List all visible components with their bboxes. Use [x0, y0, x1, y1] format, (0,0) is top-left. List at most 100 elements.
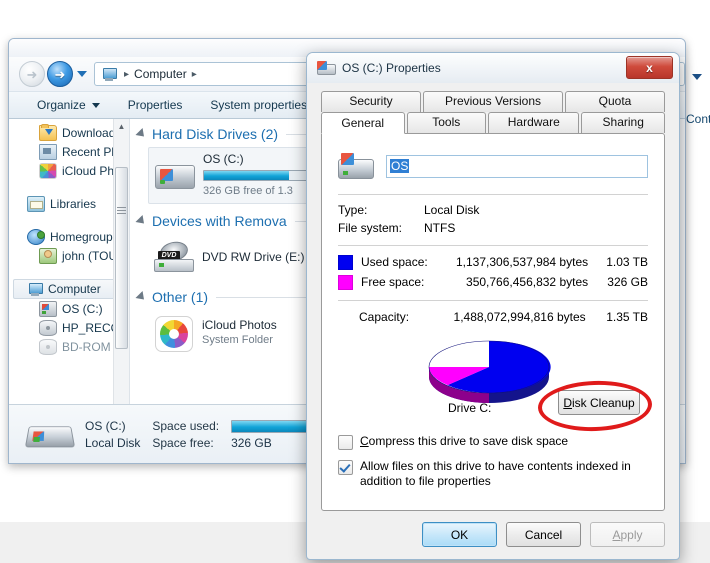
forward-icon[interactable]: ➜ — [47, 61, 73, 87]
organize-button[interactable]: Organize — [23, 95, 114, 115]
hard-drive-windows-icon — [39, 300, 57, 317]
folder-subtitle: System Folder — [202, 334, 273, 346]
recent-places-icon — [39, 143, 57, 160]
sidebar-item-john[interactable]: john (TOUC — [9, 246, 129, 265]
free-space-human: 326 GB — [607, 275, 648, 289]
tab-general[interactable]: General — [321, 112, 405, 134]
toolbar-overflow-chevron-down-icon[interactable] — [692, 74, 702, 80]
properties-button[interactable]: Properties — [114, 95, 197, 115]
tab-sharing[interactable]: Sharing — [581, 112, 665, 133]
drive-usage-bar — [203, 170, 317, 181]
sidebar-item-label: iCloud Pho — [62, 163, 121, 178]
sidebar-item-label: OS (C:) — [62, 301, 103, 316]
status-space-used-label: Space used: — [152, 419, 220, 433]
sidebar-item-icloud-photos[interactable]: iCloud Pho — [9, 161, 129, 180]
divider — [338, 300, 648, 301]
control-panel-label[interactable]: Contr — [686, 112, 710, 126]
dialog-content: Security Previous Versions Quota General… — [307, 83, 679, 559]
hard-drive-windows-icon — [153, 157, 195, 195]
free-space-color-swatch — [338, 274, 353, 290]
used-space-label: Used space: — [361, 255, 428, 269]
folder-tile-text: iCloud Photos System Folder — [202, 318, 277, 348]
collapse-triangle-icon[interactable] — [135, 214, 148, 228]
dialog-title: OS (C:) Properties — [342, 61, 441, 75]
scrollbar-thumb[interactable] — [115, 167, 128, 349]
scrollbar-grip-icon — [117, 207, 126, 214]
hard-drive-icon — [23, 415, 76, 455]
status-drive-type: Local Disk — [85, 436, 141, 450]
dvd-drive-icon: DVD — [152, 238, 194, 276]
type-value: Local Disk — [424, 203, 480, 217]
volume-name-input[interactable]: OS — [386, 154, 648, 178]
drive-name: OS (C:) — [203, 152, 244, 166]
used-space-row: Used space: 1,137,306,537,984 bytes 1.03… — [338, 252, 648, 272]
tab-hardware[interactable]: Hardware — [488, 112, 580, 133]
sidebar-item-recent-places[interactable]: Recent Plac — [9, 142, 129, 161]
index-contents-checkbox[interactable] — [338, 460, 353, 475]
icloud-photos-icon — [152, 314, 194, 352]
close-icon[interactable]: x — [626, 56, 673, 79]
pie-chart — [424, 331, 554, 403]
sidebar-item-label: Computer — [48, 282, 101, 296]
sidebar-item-downloads[interactable]: Downloads — [9, 123, 129, 142]
disk-cleanup-label: Disk Cleanup — [563, 395, 635, 410]
type-label: Type: — [338, 203, 368, 217]
back-icon[interactable]: ➜ — [19, 61, 45, 87]
tab-previous-versions[interactable]: Previous Versions — [423, 91, 563, 112]
pie-chart-svg — [428, 340, 551, 403]
tab-row-top: Security Previous Versions Quota — [321, 91, 665, 112]
hard-drive-windows-icon — [317, 60, 336, 76]
dialog-titlebar: OS (C:) Properties x — [307, 53, 679, 83]
collapse-triangle-icon[interactable] — [135, 127, 148, 141]
filesystem-label: File system: — [338, 221, 403, 235]
sidebar-item-os-c[interactable]: OS (C:) — [9, 299, 129, 318]
drive-free-text: 326 GB free of 1.3 — [203, 185, 293, 197]
collapse-triangle-icon[interactable] — [135, 290, 148, 304]
system-properties-button[interactable]: System properties — [196, 95, 321, 115]
cancel-button[interactable]: Cancel — [506, 522, 581, 547]
sidebar-item-computer[interactable]: Computer — [13, 279, 129, 299]
breadcrumb-computer[interactable]: Computer — [134, 67, 187, 81]
recent-pages-chevron-down-icon[interactable] — [77, 71, 87, 77]
disk-usage-chart: Drive C: Disk Cleanup — [338, 331, 653, 433]
compress-drive-checkbox[interactable] — [338, 435, 353, 450]
tab-tools[interactable]: Tools — [406, 112, 487, 133]
used-space-bytes: 1,137,306,537,984 bytes — [456, 255, 589, 269]
group-title: Other (1) — [152, 289, 209, 305]
sidebar-item-libraries[interactable]: Libraries — [9, 194, 129, 213]
group-title: Devices with Remova — [152, 213, 287, 229]
sidebar-item-homegroup[interactable]: Homegroup — [9, 227, 129, 246]
tab-row-bottom: General Tools Hardware Sharing — [321, 112, 665, 134]
sidebar-item-label: Homegroup — [50, 229, 113, 244]
user-icon — [39, 247, 57, 264]
sidebar-item-bd-rom[interactable]: BD-ROM D — [9, 337, 129, 356]
tab-security[interactable]: Security — [321, 91, 421, 112]
disk-cleanup-button[interactable]: Disk Cleanup — [558, 390, 640, 415]
hard-drive-windows-icon — [338, 151, 374, 181]
homegroup-icon — [27, 228, 45, 245]
ok-button[interactable]: OK — [422, 522, 497, 547]
tab-quota[interactable]: Quota — [565, 91, 665, 112]
tab-strip: Security Previous Versions Quota General… — [321, 91, 665, 134]
index-contents-label: Allow files on this drive to have conten… — [360, 459, 631, 488]
breadcrumb-separator: ▸ — [191, 68, 197, 80]
sidebar-item-hp-recovery[interactable]: HP_RECOV — [9, 318, 129, 337]
drive-name: DVD RW Drive (E:) — [202, 249, 305, 264]
chevron-down-icon — [91, 103, 100, 109]
icloud-photos-icon — [39, 162, 57, 179]
hard-drive-icon — [39, 319, 57, 336]
index-contents-option[interactable]: Allow files on this drive to have conten… — [338, 459, 648, 489]
compress-drive-option[interactable]: Compress this drive to save disk space — [338, 434, 648, 450]
sidebar-item-label: Libraries — [50, 196, 97, 211]
scroll-up-icon[interactable]: ▲ — [114, 119, 129, 134]
status-space-free-label: Space free: — [152, 436, 214, 450]
folder-name: iCloud Photos — [202, 318, 277, 332]
properties-dialog: OS (C:) Properties x Security Previous V… — [306, 52, 680, 560]
drive-tile-text: DVD RW Drive (E:) — [202, 250, 304, 265]
volume-name-row: OS — [338, 146, 648, 186]
apply-button[interactable]: Apply — [590, 522, 665, 547]
capacity-bytes: 1,488,072,994,816 bytes — [453, 310, 586, 324]
dialog-button-row: OK Cancel Apply — [422, 522, 665, 547]
volume-name-value: OS — [390, 159, 410, 173]
